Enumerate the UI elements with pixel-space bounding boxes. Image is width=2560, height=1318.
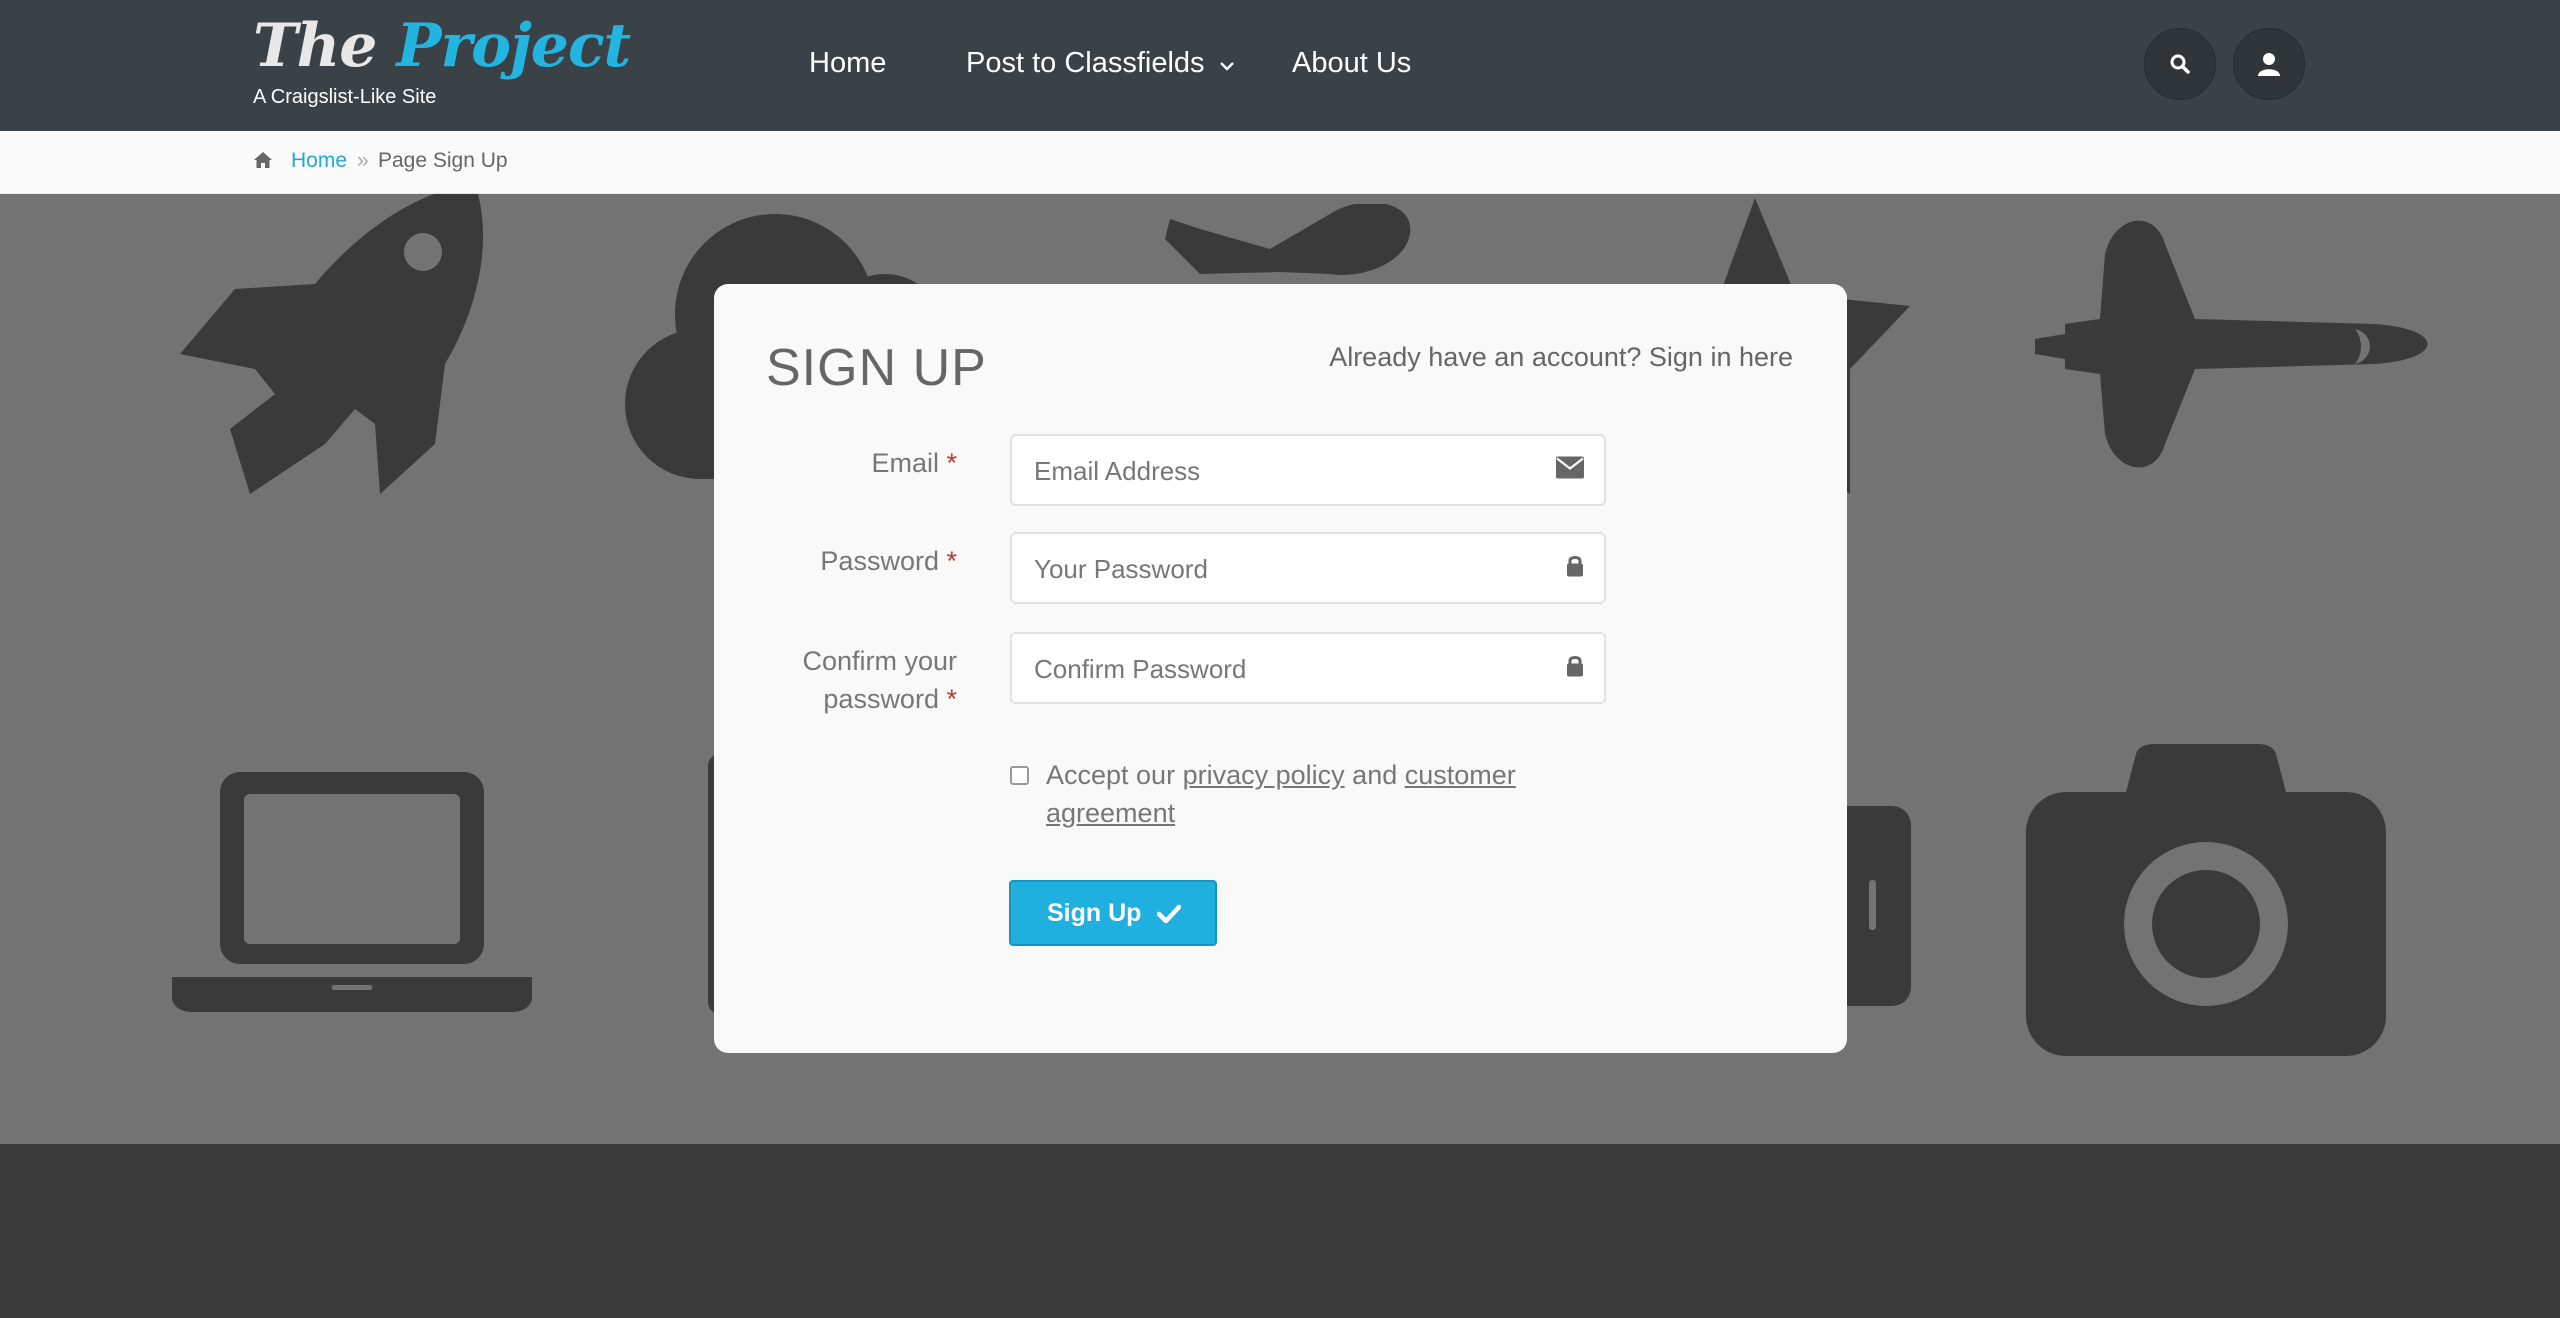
laptop-icon [172,772,532,1012]
password-label-text: Password [820,546,939,576]
sign-up-button[interactable]: Sign Up [1009,880,1217,946]
nav-post-label: Post to Classfields [966,47,1205,79]
phone-icon [1847,806,1911,1006]
terms-checkbox[interactable] [1010,766,1029,785]
lock-icon [1566,555,1584,582]
user-icon [2258,53,2280,76]
lock-icon [1566,655,1584,682]
site-logo[interactable]: The Project A Craigslist-Like Site [253,8,631,108]
password-label: Password * [820,542,957,580]
terms-and: and [1352,760,1398,790]
breadcrumb-separator: » [357,149,369,172]
home-icon [253,151,273,174]
envelope-icon [1556,456,1584,484]
password-field-wrapper [1010,532,1606,604]
confirm-label-line2: password [823,684,939,714]
site-tagline: A Craigslist-Like Site [253,86,437,108]
confirm-label-line1: Confirm your [802,646,957,676]
nav-home[interactable]: Home [809,44,886,82]
required-mark: * [946,684,957,714]
rocket-icon [180,194,484,494]
logo-the: The [253,11,377,81]
confirm-password-field[interactable] [1032,634,1536,704]
breadcrumb: Home » Page Sign Up [0,131,2560,194]
camera-icon [2026,744,2386,1056]
required-mark: * [946,448,957,478]
breadcrumb-home-link[interactable]: Home [291,147,347,175]
page-title: SIGN UP [766,339,987,397]
terms-label: Accept our privacy policy and customer a… [1046,756,1586,832]
footer [0,1144,2560,1318]
breadcrumb-current: Page Sign Up [378,149,508,172]
privacy-policy-link[interactable]: privacy policy [1183,760,1345,790]
space-shuttle-icon [2035,220,2428,468]
password-field[interactable] [1032,534,1536,604]
email-label-text: Email [871,448,939,478]
required-mark: * [946,546,957,576]
confirm-password-field-wrapper [1010,632,1606,704]
terms-prefix: Accept our [1046,760,1176,790]
signup-card: SIGN UP Already have an account? Sign in… [714,284,1847,1053]
sign-in-link[interactable]: Already have an account? Sign in here [1329,340,1793,374]
email-label: Email * [871,444,957,482]
sign-up-button-label: Sign Up [1047,899,1142,927]
nav-about-us[interactable]: About Us [1292,44,1411,82]
chevron-down-icon [1219,44,1235,82]
email-field-wrapper [1010,434,1606,506]
confirm-password-label: Confirm your password * [802,642,957,718]
check-icon [1156,902,1182,931]
top-navbar: The Project A Craigslist-Like Site Home … [0,0,2560,131]
nav-post-to-classfields[interactable]: Post to Classfields [966,44,1235,82]
logo-project: Project [396,11,631,81]
user-button[interactable] [2233,28,2305,100]
search-button[interactable] [2144,28,2216,100]
search-icon [2170,54,2190,74]
email-field[interactable] [1032,436,1536,506]
